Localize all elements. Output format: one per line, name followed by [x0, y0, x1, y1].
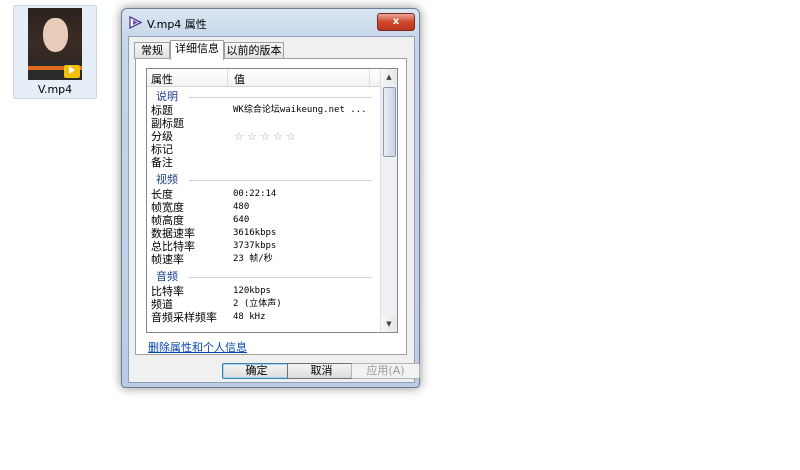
- list-item[interactable]: 帧宽度 480: [147, 201, 380, 214]
- list-item[interactable]: 帧速率 23 帧/秒: [147, 253, 380, 266]
- property-value: 3616kbps: [233, 228, 277, 238]
- list-item[interactable]: 音频采样频率 48 kHz: [147, 311, 380, 324]
- star-icon[interactable]: ☆: [259, 130, 271, 143]
- list-item[interactable]: 副标题: [147, 117, 380, 130]
- scroll-down-arrow-icon[interactable]: ▼: [381, 316, 397, 332]
- property-name: 帧速率: [151, 253, 184, 266]
- list-item[interactable]: 备注: [147, 156, 380, 169]
- window-title: V.mp4 属性: [147, 18, 207, 31]
- property-value: 480: [233, 202, 250, 212]
- property-name: 数据速率: [151, 227, 195, 240]
- property-value: 640: [233, 215, 250, 225]
- property-name: 频道: [151, 298, 173, 311]
- property-value: WK综合论坛waikeung.net ...: [233, 105, 367, 115]
- property-value: 2 (立体声): [233, 299, 282, 309]
- video-thumbnail: [28, 8, 82, 80]
- property-name: 比特率: [151, 285, 184, 298]
- property-value: 23 帧/秒: [233, 254, 273, 264]
- property-name: 分级: [151, 130, 173, 143]
- group-label: 说明: [156, 90, 178, 103]
- group-label: 音频: [156, 270, 178, 283]
- rating-stars[interactable]: ☆ ☆ ☆ ☆ ☆: [233, 130, 298, 143]
- star-icon[interactable]: ☆: [246, 130, 258, 143]
- group-audio: 音频: [147, 270, 380, 283]
- property-name: 总比特率: [151, 240, 195, 253]
- properties-window: V.mp4 属性 x 常规 详细信息 以前的版本 属性 值 说明 标题 WK综合…: [121, 8, 420, 388]
- list-column-header: 属性 值: [147, 69, 380, 87]
- group-label: 视频: [156, 173, 178, 186]
- column-header-property[interactable]: 属性: [151, 71, 173, 87]
- scrollbar-thumb[interactable]: [383, 87, 396, 157]
- list-item[interactable]: 标题 WK综合论坛waikeung.net ...: [147, 104, 380, 117]
- list-item[interactable]: 长度 00:22:14: [147, 188, 380, 201]
- details-panel: 属性 值 说明 标题 WK综合论坛waikeung.net ... 副标题 分级…: [135, 58, 407, 355]
- list-item[interactable]: 标记: [147, 143, 380, 156]
- list-item[interactable]: 帧高度 640: [147, 214, 380, 227]
- property-name: 标记: [151, 143, 173, 156]
- property-name: 备注: [151, 156, 173, 169]
- cancel-button[interactable]: 取消: [287, 363, 356, 379]
- star-icon[interactable]: ☆: [285, 130, 297, 143]
- dialog-client-area: 常规 详细信息 以前的版本 属性 值 说明 标题 WK综合论坛waikeung.…: [128, 36, 420, 383]
- group-description: 说明: [147, 90, 380, 103]
- property-name: 帧高度: [151, 214, 184, 227]
- property-name: 副标题: [151, 117, 184, 130]
- tab-general[interactable]: 常规: [134, 42, 170, 59]
- list-item[interactable]: 分级 ☆ ☆ ☆ ☆ ☆: [147, 130, 380, 143]
- remove-properties-link[interactable]: 删除属性和个人信息: [148, 339, 247, 355]
- file-name-label: V.mp4: [37, 83, 73, 96]
- star-icon[interactable]: ☆: [272, 130, 284, 143]
- play-icon: [69, 66, 75, 74]
- star-icon[interactable]: ☆: [233, 130, 245, 143]
- desktop-file-item[interactable]: V.mp4: [13, 5, 97, 99]
- property-value: 120kbps: [233, 286, 271, 296]
- tab-previous-versions[interactable]: 以前的版本: [224, 42, 284, 59]
- property-name: 帧宽度: [151, 201, 184, 214]
- list-item[interactable]: 频道 2 (立体声): [147, 298, 380, 311]
- tab-details[interactable]: 详细信息: [170, 40, 224, 60]
- property-value: 48 kHz: [233, 312, 266, 322]
- vertical-scrollbar[interactable]: ▲ ▼: [380, 69, 397, 332]
- ok-button[interactable]: 确定: [222, 363, 291, 379]
- properties-list[interactable]: 属性 值 说明 标题 WK综合论坛waikeung.net ... 副标题 分级…: [146, 68, 398, 333]
- list-item[interactable]: 数据速率 3616kbps: [147, 227, 380, 240]
- list-item[interactable]: 总比特率 3737kbps: [147, 240, 380, 253]
- property-value: 00:22:14: [233, 189, 277, 199]
- close-button[interactable]: x: [377, 13, 415, 31]
- property-name: 长度: [151, 188, 173, 201]
- media-file-icon: [129, 16, 143, 29]
- scroll-up-arrow-icon[interactable]: ▲: [381, 69, 397, 85]
- group-video: 视频: [147, 173, 380, 186]
- apply-button[interactable]: 应用(A): [351, 363, 420, 379]
- column-header-value[interactable]: 值: [234, 71, 245, 87]
- property-name: 音频采样频率: [151, 311, 217, 324]
- list-item[interactable]: 比特率 120kbps: [147, 285, 380, 298]
- property-name: 标题: [151, 104, 173, 117]
- property-value: 3737kbps: [233, 241, 277, 251]
